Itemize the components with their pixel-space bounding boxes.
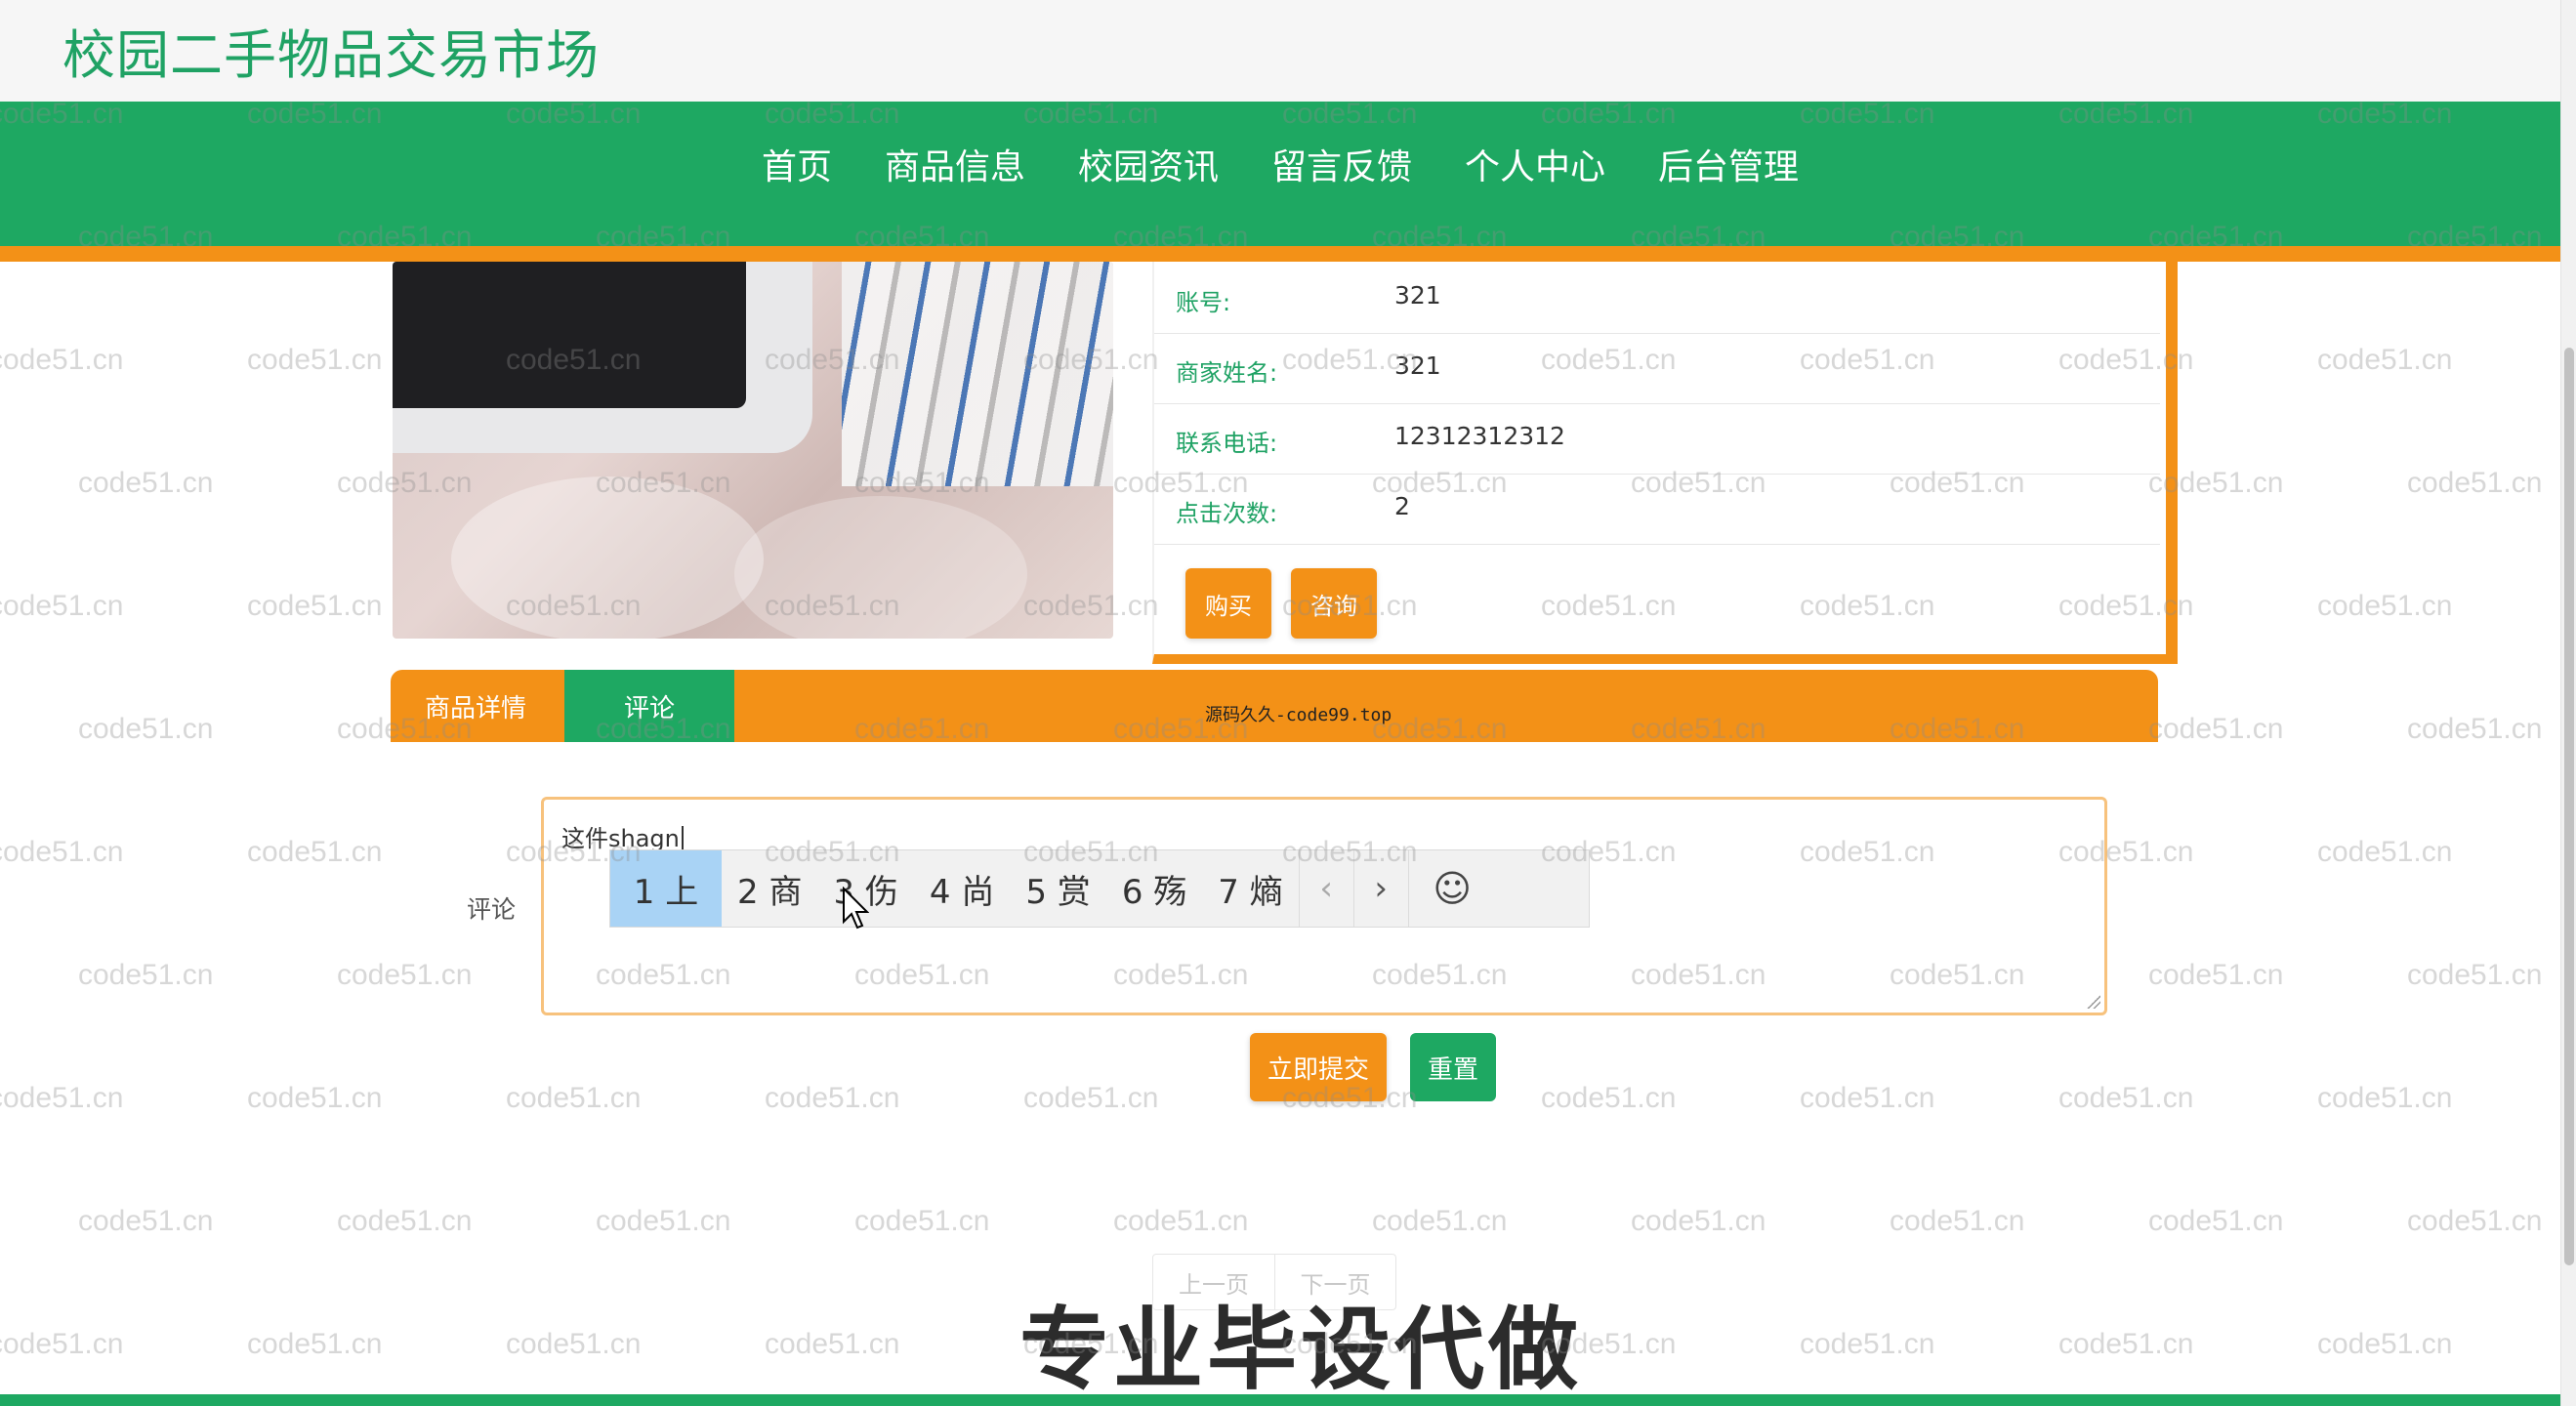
watermark-text: code51.cn (0, 1082, 124, 1114)
ime-candidate[interactable]: 2 商 (722, 850, 817, 927)
info-label: 账号: (1176, 289, 1231, 316)
product-photo-fabric (451, 476, 764, 639)
info-value: 2 (1394, 492, 1410, 520)
info-value: 12312312312 (1394, 422, 1565, 450)
watermark-text: code51.cn (2148, 713, 2284, 745)
site-header: 校园二手物品交易市场 (0, 0, 2560, 102)
watermark-text: code51.cn (2407, 1205, 2543, 1237)
watermark-text: code51.cn (247, 1082, 383, 1114)
ime-candidate[interactable]: 6 殇 (1106, 850, 1202, 927)
info-label: 点击次数: (1176, 500, 1278, 527)
comment-typed-text: 这件shagn (561, 819, 684, 853)
comment-label: 评论 (467, 895, 517, 924)
watermark-text: code51.cn (337, 1205, 473, 1237)
info-row-account: 账号: 321 (1154, 264, 2160, 334)
watermark-text: code51.cn (2407, 467, 2543, 499)
ime-prev-page-icon[interactable]: ‹ (1298, 850, 1353, 927)
info-row-phone: 联系电话: 12312312312 (1154, 404, 2160, 475)
product-photo-screen (393, 262, 746, 408)
info-label: 商家姓名: (1176, 359, 1278, 387)
watermark-text: code51.cn (1800, 1328, 1935, 1360)
watermark-text: code51.cn (2148, 1205, 2284, 1237)
watermark-text: code51.cn (506, 1082, 642, 1114)
product-image (393, 262, 1113, 639)
watermark-text: code51.cn (337, 959, 473, 991)
navbar-accent-stripe (0, 246, 2560, 262)
site-title: 校园二手物品交易市场 (62, 24, 600, 86)
watermark-text: code51.cn (0, 1328, 124, 1360)
watermark-text: code51.cn (247, 590, 383, 622)
watermark-text: code51.cn (78, 713, 214, 745)
watermark-text: code51.cn (2058, 1082, 2194, 1114)
reset-button[interactable]: 重置 (1410, 1033, 1496, 1101)
nav-item-feedback[interactable]: 留言反馈 (1271, 143, 1412, 193)
ime-candidate-bar: 1 上 2 商 3 伤 4 尚 5 赏 6 殇 7 熵 ‹ › ☺ (609, 849, 1590, 928)
watermark-text: code51.cn (1890, 1205, 2025, 1237)
info-row-merchant-name: 商家姓名: 321 (1154, 334, 2160, 404)
info-value: 321 (1394, 281, 1441, 310)
ime-candidate[interactable]: 5 赏 (1010, 850, 1105, 927)
watermark-text: code51.cn (0, 836, 124, 868)
nav-item-admin[interactable]: 后台管理 (1658, 143, 1799, 193)
textarea-resize-handle[interactable] (2087, 995, 2100, 1009)
detail-tabs: 商品详情 评论 源码久久-code99.top (391, 670, 2158, 742)
tab-product-details[interactable]: 商品详情 (391, 670, 561, 742)
mouse-pointer-icon (843, 887, 869, 930)
watermark-text: code51.cn (2407, 959, 2543, 991)
watermark-text: code51.cn (2058, 1328, 2194, 1360)
watermark-text: code51.cn (2317, 1082, 2453, 1114)
page-scrollbar[interactable] (2560, 0, 2576, 1406)
nav-menu: 首页 商品信息 校园资讯 留言反馈 个人中心 后台管理 (0, 143, 2560, 193)
watermark-text: code51.cn (2407, 713, 2543, 745)
info-row-click-count: 点击次数: 2 (1154, 475, 2160, 545)
consult-button[interactable]: 咨询 (1291, 568, 1377, 639)
watermark-text: code51.cn (78, 1205, 214, 1237)
watermark-text: code51.cn (1113, 1205, 1249, 1237)
watermark-text: code51.cn (247, 836, 383, 868)
watermark-text: code51.cn (2317, 344, 2453, 376)
footer-bar (0, 1394, 2576, 1406)
scrollbar-thumb[interactable] (2564, 348, 2574, 1265)
ime-candidate[interactable]: 1 上 (610, 850, 722, 927)
watermark-text: code51.cn (2317, 590, 2453, 622)
watermark-text: code51.cn (596, 1205, 731, 1237)
ime-next-page-icon[interactable]: › (1352, 850, 1408, 927)
watermark-text: code51.cn (1631, 1205, 1766, 1237)
watermark-text: code51.cn (247, 344, 383, 376)
info-value: 321 (1394, 352, 1441, 380)
watermark-text: code51.cn (0, 344, 124, 376)
watermark-text: code51.cn (0, 590, 124, 622)
watermark-text: code51.cn (2317, 1328, 2453, 1360)
promo-overlay-text: 专业毕设代做 (1019, 1298, 1583, 1402)
watermark-text: code51.cn (765, 1082, 900, 1114)
nav-item-home[interactable]: 首页 (762, 143, 832, 193)
product-photo-fabric (734, 496, 1027, 639)
watermark-text: code51.cn (78, 467, 214, 499)
nav-item-news[interactable]: 校园资讯 (1078, 143, 1219, 193)
source-note: 源码久久-code99.top (1205, 705, 1392, 725)
watermark-text: code51.cn (247, 1328, 383, 1360)
nav-item-products[interactable]: 商品信息 (885, 143, 1025, 193)
info-label: 联系电话: (1176, 430, 1278, 457)
watermark-text: code51.cn (506, 1328, 642, 1360)
ime-candidate[interactable]: 4 尚 (914, 850, 1010, 927)
product-info-panel: 账号: 321 商家姓名: 321 联系电话: 12312312312 点击次数… (1152, 262, 2178, 664)
watermark-text: code51.cn (854, 1205, 990, 1237)
watermark-text: code51.cn (1023, 1082, 1159, 1114)
watermark-text: code51.cn (1372, 1205, 1508, 1237)
watermark-text: code51.cn (78, 959, 214, 991)
watermark-text: code51.cn (765, 1328, 900, 1360)
watermark-text: code51.cn (1800, 1082, 1935, 1114)
buy-button[interactable]: 购买 (1185, 568, 1271, 639)
watermark-text: code51.cn (2317, 836, 2453, 868)
nav-item-profile[interactable]: 个人中心 (1465, 143, 1605, 193)
product-photo-film-packs (842, 262, 1113, 486)
watermark-text: code51.cn (1541, 1082, 1677, 1114)
ime-candidate[interactable]: 7 熵 (1202, 850, 1298, 927)
submit-comment-button[interactable]: 立即提交 (1250, 1033, 1387, 1101)
watermark-text: code51.cn (2148, 959, 2284, 991)
ime-emoji-icon[interactable]: ☺ (1407, 850, 1496, 927)
tab-comments[interactable]: 评论 (564, 670, 734, 742)
